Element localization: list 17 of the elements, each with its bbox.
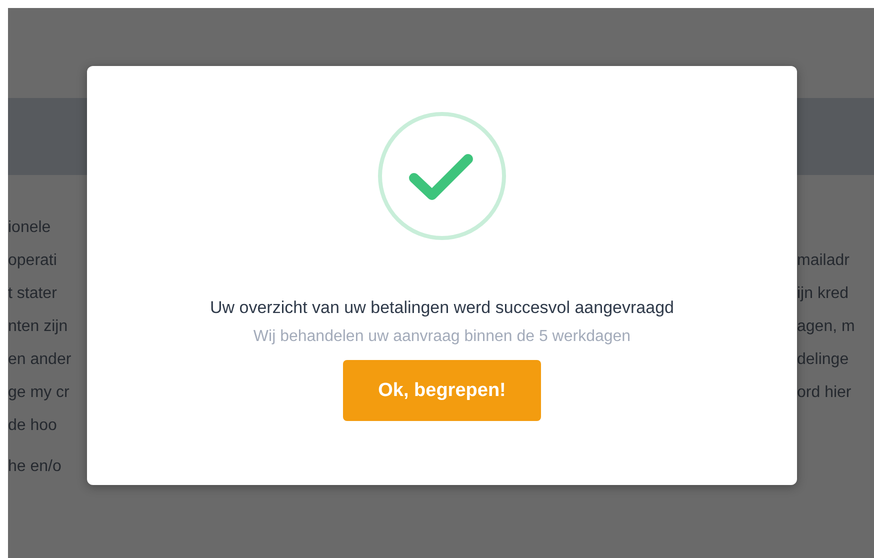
background-text: he en/o bbox=[8, 457, 62, 477]
confirm-button[interactable]: Ok, begrepen! bbox=[343, 360, 541, 421]
background-text: operati bbox=[8, 251, 58, 271]
dialog-message: Wij behandelen uw aanvraag binnen de 5 werkdagen bbox=[253, 328, 631, 346]
background-text: ge my cr bbox=[8, 383, 70, 403]
background-text: t stater bbox=[8, 284, 58, 304]
checkmark-circle-icon bbox=[376, 110, 508, 242]
background-text: de hoo bbox=[8, 416, 58, 436]
background-text: ijn kred bbox=[797, 284, 850, 304]
background-text: nten zijn bbox=[8, 317, 69, 337]
background-text: ord hier bbox=[797, 383, 852, 403]
background-text: delinge bbox=[797, 350, 850, 370]
background-text: mailadr bbox=[797, 251, 850, 271]
background-text: agen, m bbox=[797, 317, 856, 337]
background-text: en ander bbox=[8, 350, 72, 370]
background-text: ionele bbox=[8, 218, 52, 238]
dialog-title: Uw overzicht van uw betalingen werd succesvol aangevraagd bbox=[210, 298, 674, 318]
